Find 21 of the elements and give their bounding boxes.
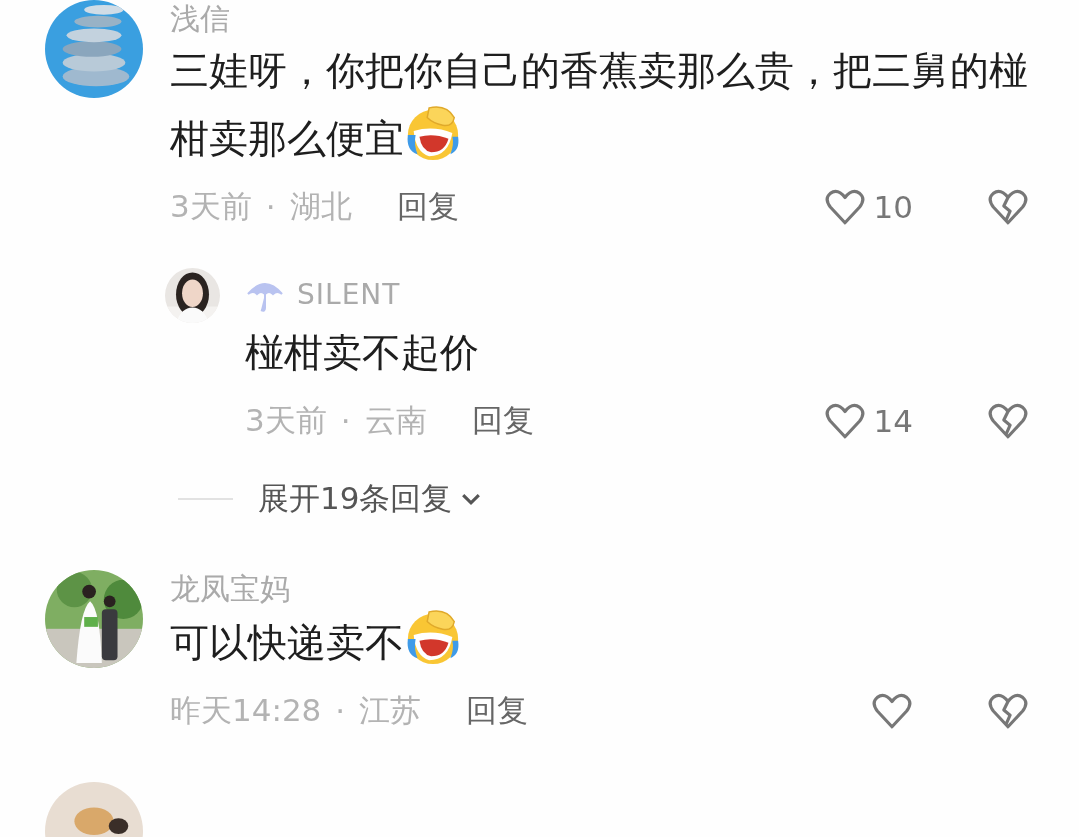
reply-button[interactable]: 回复 [466,690,529,732]
timestamp: 3天前 [170,187,252,226]
separator-dot: · [340,403,351,439]
comment-text: 可以快递卖不 [170,620,404,665]
location: 湖北 [289,187,352,226]
comment-text: 椪柑卖不起价 [245,330,479,375]
username: 龙凤宝妈 [170,570,291,608]
separator-dot: · [265,189,276,225]
timestamp: 3天前 [245,401,327,440]
reply-button[interactable]: 回复 [471,400,534,442]
like-count: 14 [873,403,913,439]
username: 浅信 [170,0,231,38]
location: 云南 [364,401,427,440]
location: 江苏 [359,691,422,730]
username: SILENT [297,277,401,311]
timestamp: 昨天14:28 [170,691,322,730]
separator-dot: · [335,693,346,729]
expand-replies-button[interactable]: 展开19条回复 [258,478,485,520]
comment-text: 三娃呀，你把你自己的香蕉卖那么贵，把三舅的椪柑卖那么便宜 [170,48,1028,161]
like-count: 10 [873,189,913,225]
reply-button[interactable]: 回复 [396,186,459,228]
